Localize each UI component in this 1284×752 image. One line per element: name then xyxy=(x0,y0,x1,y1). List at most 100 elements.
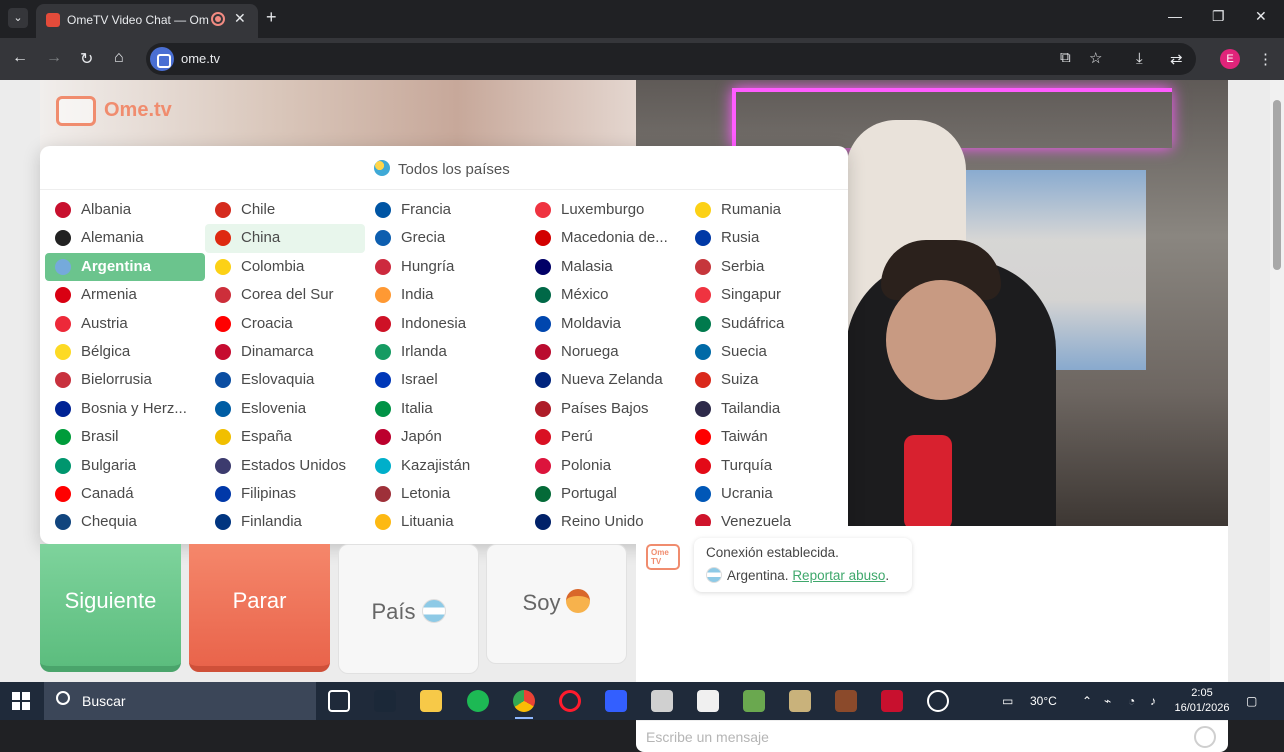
emoji-icon[interactable] xyxy=(1194,726,1216,748)
network-icon[interactable]: ⌁ xyxy=(1104,694,1111,708)
country-option[interactable]: Moldavia xyxy=(525,310,685,338)
scrollbar-thumb[interactable] xyxy=(1273,100,1281,270)
country-option[interactable]: Hungría xyxy=(365,253,525,281)
country-option[interactable]: Perú xyxy=(525,423,685,451)
country-option[interactable]: India xyxy=(365,281,525,309)
game-launcher-icon[interactable] xyxy=(789,690,811,712)
country-option[interactable]: Malasia xyxy=(525,253,685,281)
menu-icon[interactable]: ⋮ xyxy=(1258,50,1273,68)
country-option[interactable]: Croacia xyxy=(205,310,365,338)
country-option[interactable]: Taiwán xyxy=(685,423,845,451)
all-countries-option[interactable]: Todos los países xyxy=(40,146,848,190)
country-option[interactable]: Eslovenia xyxy=(205,395,365,423)
gender-button[interactable]: Soy xyxy=(486,544,627,664)
opera-icon[interactable] xyxy=(559,690,581,712)
roblox-icon[interactable] xyxy=(605,690,627,712)
country-option[interactable]: Eslovaquia xyxy=(205,366,365,394)
game-app-icon[interactable] xyxy=(697,690,719,712)
page-scrollbar[interactable] xyxy=(1270,80,1284,682)
restore-icon[interactable]: ❐ xyxy=(1212,8,1225,25)
country-option[interactable]: Albania xyxy=(45,196,205,224)
country-option[interactable]: México xyxy=(525,281,685,309)
home-icon[interactable]: ⌂ xyxy=(114,49,124,67)
country-option[interactable]: Armenia xyxy=(45,281,205,309)
report-abuse-link[interactable]: Reportar abuso xyxy=(792,568,885,583)
taskbar-search[interactable]: Buscar xyxy=(44,682,316,720)
wifi-icon[interactable]: ◔ xyxy=(1128,694,1135,708)
red-app-icon[interactable] xyxy=(881,690,903,712)
country-option[interactable]: Ucrania xyxy=(685,480,845,508)
ometv-logo[interactable]: Ome.tv xyxy=(56,92,186,128)
profile-avatar[interactable]: E xyxy=(1220,49,1240,69)
country-option[interactable]: Filipinas xyxy=(205,480,365,508)
bookmark-star-icon[interactable]: ☆ xyxy=(1089,49,1102,67)
country-option[interactable]: Bulgaria xyxy=(45,452,205,480)
task-view-icon[interactable] xyxy=(328,690,350,712)
translate-icon[interactable]: ⇄ xyxy=(1170,50,1183,68)
chrome-icon[interactable] xyxy=(513,690,535,719)
spotify-icon[interactable] xyxy=(467,690,489,712)
message-input[interactable]: Escribe un mensaje xyxy=(636,720,1228,752)
country-option[interactable]: Rumania xyxy=(685,196,845,224)
notifications-icon[interactable]: ▢ xyxy=(1246,694,1257,708)
country-option[interactable]: Brasil xyxy=(45,423,205,451)
country-option[interactable]: Argentina xyxy=(45,252,205,282)
keyboard-app-icon[interactable] xyxy=(651,690,673,712)
address-bar[interactable]: ome.tv ⧉ ☆ xyxy=(146,43,1196,75)
new-tab-button[interactable]: + xyxy=(266,7,277,28)
file-explorer-icon[interactable] xyxy=(420,690,442,712)
minimize-icon[interactable]: — xyxy=(1168,8,1182,24)
steam-icon[interactable] xyxy=(374,690,396,712)
tab-search-button[interactable]: ⌄ xyxy=(8,8,28,28)
country-option[interactable]: Tailandia xyxy=(685,395,845,423)
minecraft-icon[interactable] xyxy=(743,690,765,712)
country-option[interactable]: Nueva Zelanda xyxy=(525,366,685,394)
country-option[interactable]: Dinamarca xyxy=(205,338,365,366)
next-button[interactable]: Siguiente xyxy=(40,544,181,672)
country-option[interactable]: Kazajistán xyxy=(365,452,525,480)
country-option[interactable]: Francia xyxy=(365,196,525,224)
back-icon[interactable]: ← xyxy=(12,49,28,67)
stop-button[interactable]: Parar xyxy=(189,544,330,672)
country-option[interactable]: Noruega xyxy=(525,338,685,366)
country-option[interactable]: Estados Unidos xyxy=(205,452,365,480)
country-option[interactable]: Rusia xyxy=(685,224,845,252)
country-option[interactable]: Chile xyxy=(205,196,365,224)
country-option[interactable]: Turquía xyxy=(685,452,845,480)
country-option[interactable]: Bielorrusia xyxy=(45,366,205,394)
install-app-icon[interactable]: ⧉ xyxy=(1060,49,1071,66)
close-window-icon[interactable]: ✕ xyxy=(1255,8,1267,25)
country-option[interactable]: Bosnia y Herz... xyxy=(45,395,205,423)
country-option[interactable]: Países Bajos xyxy=(525,395,685,423)
country-option[interactable]: Polonia xyxy=(525,452,685,480)
country-option[interactable]: Macedonia de... xyxy=(525,224,685,252)
country-option[interactable]: Singapur xyxy=(685,281,845,309)
country-option[interactable]: Suecia xyxy=(685,338,845,366)
country-option[interactable]: Portugal xyxy=(525,480,685,508)
country-option[interactable]: Indonesia xyxy=(365,310,525,338)
country-option[interactable]: Serbia xyxy=(685,253,845,281)
country-option[interactable]: Alemania xyxy=(45,224,205,252)
country-option[interactable]: Grecia xyxy=(365,224,525,252)
country-option[interactable]: Finlandia xyxy=(205,508,365,536)
temperature-text[interactable]: 30°C xyxy=(1030,694,1057,708)
country-option[interactable]: China xyxy=(205,224,365,253)
obs-icon[interactable] xyxy=(927,690,949,712)
country-option[interactable]: Japón xyxy=(365,423,525,451)
country-option[interactable]: Sudáfrica xyxy=(685,310,845,338)
game-portrait-icon[interactable] xyxy=(835,690,857,712)
reload-icon[interactable]: ↻ xyxy=(80,49,93,69)
country-option[interactable]: Letonia xyxy=(365,480,525,508)
country-button[interactable]: País xyxy=(338,544,479,674)
tab-ometv[interactable]: OmeTV Video Chat — Ome ✕ xyxy=(36,4,258,38)
country-option[interactable]: Corea del Sur xyxy=(205,281,365,309)
country-option[interactable]: Luxemburgo xyxy=(525,196,685,224)
country-option[interactable]: España xyxy=(205,423,365,451)
close-tab-icon[interactable]: ✕ xyxy=(234,10,246,27)
forward-icon[interactable]: → xyxy=(46,49,62,67)
country-option[interactable]: Bélgica xyxy=(45,338,205,366)
country-option[interactable]: Italia xyxy=(365,395,525,423)
site-info-icon[interactable] xyxy=(150,47,174,71)
volume-icon[interactable]: ♪ xyxy=(1150,694,1156,708)
windows-start-icon[interactable] xyxy=(12,692,30,710)
